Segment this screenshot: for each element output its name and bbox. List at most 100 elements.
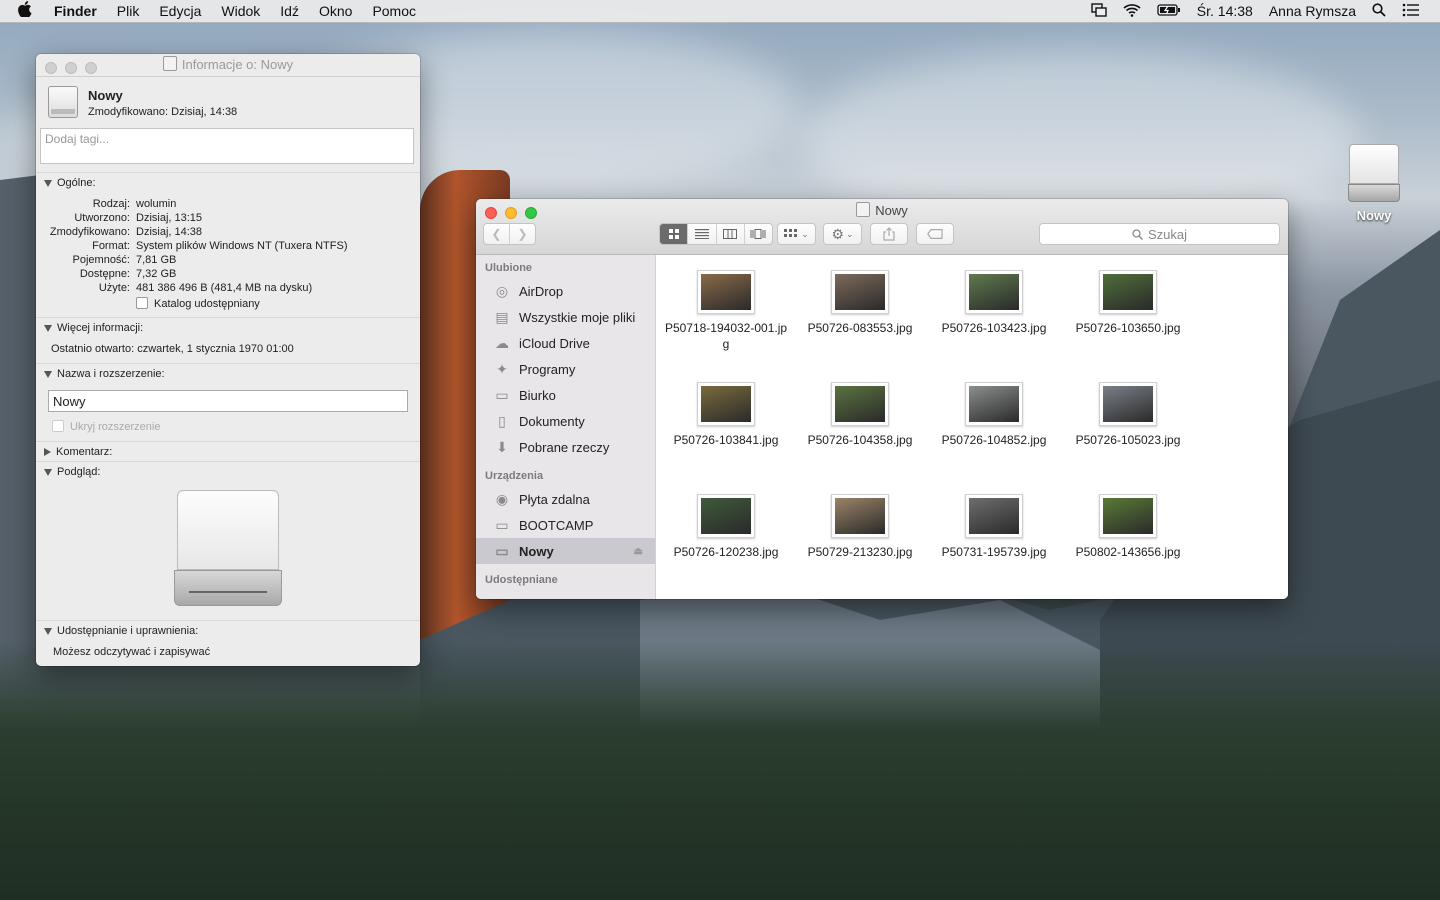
menu-file[interactable]: Plik bbox=[117, 3, 140, 19]
remote-disc-icon: ◉ bbox=[495, 490, 509, 507]
disclosure-triangle-icon bbox=[44, 370, 52, 378]
sidebar-item-biurko[interactable]: ▭ Biurko bbox=[476, 382, 655, 408]
image-thumbnail bbox=[1099, 382, 1157, 426]
sharing-section: Udostępnianie i uprawnienia: Możesz odcz… bbox=[36, 620, 420, 666]
share-icon bbox=[883, 227, 895, 241]
arrange-button[interactable]: ⌄ bbox=[777, 223, 816, 245]
menu-go[interactable]: Idź bbox=[280, 3, 299, 19]
item-modified: Zmodyfikowano: Dzisiaj, 14:38 bbox=[88, 106, 238, 118]
menu-window[interactable]: Okno bbox=[319, 3, 352, 19]
file-item[interactable]: P50726-120238.jpg bbox=[659, 479, 793, 560]
share-button[interactable] bbox=[870, 223, 908, 245]
capacity-label: Pojemność: bbox=[72, 254, 130, 266]
menubar-user[interactable]: Anna Rymsza bbox=[1269, 3, 1356, 19]
file-item[interactable]: P50729-213230.jpg bbox=[793, 479, 927, 560]
general-section-toggle[interactable]: Ogólne: bbox=[36, 173, 420, 189]
coverflow-view-button[interactable] bbox=[745, 224, 772, 244]
image-thumbnail bbox=[831, 382, 889, 426]
external-drive-icon bbox=[1348, 144, 1400, 202]
wifi-icon[interactable] bbox=[1123, 3, 1141, 20]
sidebar-item-pobrane-rzeczy[interactable]: ⬇ Pobrane rzeczy bbox=[476, 434, 655, 460]
icon-view-button[interactable] bbox=[660, 224, 689, 244]
sidebar-item-label: Dokumenty bbox=[519, 413, 585, 429]
image-thumbnail bbox=[1099, 494, 1157, 538]
sidebar-item-label: iCloud Drive bbox=[519, 335, 590, 351]
documents-icon: ▯ bbox=[498, 412, 506, 429]
tag-icon bbox=[927, 229, 943, 239]
sidebar-item-label: Pobrane rzeczy bbox=[519, 439, 610, 455]
preview-header: Podgląd: bbox=[57, 466, 101, 478]
sidebar-item-wszystkie-moje-pliki[interactable]: ▤ Wszystkie moje pliki bbox=[476, 304, 655, 330]
file-item[interactable]: P50726-083553.jpg bbox=[793, 255, 927, 336]
list-view-button[interactable] bbox=[688, 224, 717, 244]
comments-toggle[interactable]: Komentarz: bbox=[36, 442, 420, 458]
file-item[interactable]: P50802-143656.jpg bbox=[1061, 479, 1195, 560]
drive-icon: ▭ bbox=[495, 542, 509, 559]
tags-field[interactable]: Dodaj tagi... bbox=[40, 128, 414, 164]
eject-icon[interactable]: ⏏ bbox=[634, 546, 643, 557]
battery-icon[interactable] bbox=[1157, 3, 1181, 19]
tag-button[interactable] bbox=[916, 223, 954, 245]
search-placeholder: Szukaj bbox=[1147, 226, 1188, 242]
minimize-button[interactable] bbox=[65, 62, 77, 74]
name-extension-toggle[interactable]: Nazwa i rozszerzenie: bbox=[36, 364, 420, 380]
menu-view[interactable]: Widok bbox=[221, 3, 260, 19]
file-item[interactable]: P50726-103423.jpg bbox=[927, 255, 1061, 336]
sidebar-item-airdrop[interactable]: ◎ AirDrop bbox=[476, 278, 655, 304]
close-button[interactable] bbox=[45, 62, 57, 74]
sidebar-item-programy[interactable]: ✦ Programy bbox=[476, 356, 655, 382]
image-thumbnail bbox=[697, 382, 755, 426]
column-view-button[interactable] bbox=[717, 224, 745, 244]
apple-menu-icon[interactable] bbox=[18, 1, 38, 21]
sidebar-item-dokumenty[interactable]: ▯ Dokumenty bbox=[476, 408, 655, 434]
menubar-clock[interactable]: Śr. 14:38 bbox=[1197, 3, 1253, 19]
file-name: P50729-213230.jpg bbox=[807, 545, 913, 559]
notification-center-icon[interactable] bbox=[1402, 3, 1420, 20]
name-input[interactable]: Nowy bbox=[48, 390, 408, 412]
file-item[interactable]: P50726-103650.jpg bbox=[1061, 255, 1195, 336]
format-value: System plików Windows NT (Tuxera NTFS) bbox=[136, 240, 348, 252]
display-mirroring-icon[interactable] bbox=[1091, 2, 1107, 20]
search-field[interactable]: Szukaj bbox=[1039, 223, 1280, 245]
sidebar-item-bootcamp[interactable]: ▭ BOOTCAMP bbox=[476, 512, 655, 538]
kind-label: Rodzaj: bbox=[92, 198, 130, 210]
view-mode-segment bbox=[659, 223, 773, 245]
chevron-down-icon: ⌄ bbox=[801, 228, 809, 239]
sidebar-item-icloud-drive[interactable]: ☁ iCloud Drive bbox=[476, 330, 655, 356]
forward-button[interactable]: ❯ bbox=[510, 224, 535, 244]
preview-toggle[interactable]: Podgląd: bbox=[36, 462, 420, 478]
airdrop-icon: ◎ bbox=[495, 282, 509, 299]
file-item[interactable]: P50726-103841.jpg bbox=[659, 367, 793, 448]
file-item[interactable]: P50726-104358.jpg bbox=[793, 367, 927, 448]
name-extension-header: Nazwa i rozszerzenie: bbox=[57, 368, 165, 380]
action-button[interactable]: ⚙ ⌄ bbox=[823, 223, 862, 245]
sidebar-item-płyta-zdalna[interactable]: ◉ Płyta zdalna bbox=[476, 486, 655, 512]
info-window-title: Informacje o: Nowy bbox=[181, 57, 294, 72]
modified-label: Zmodyfikowano: bbox=[49, 226, 130, 238]
file-name: P50726-083553.jpg bbox=[807, 321, 913, 335]
menu-edit[interactable]: Edycja bbox=[159, 3, 201, 19]
file-name: P50726-120238.jpg bbox=[673, 545, 779, 559]
file-item[interactable]: P50726-105023.jpg bbox=[1061, 367, 1195, 448]
file-grid: P50718-194032-001.jpg P50726-083553.jpg P5… bbox=[656, 255, 1288, 599]
shared-folder-checkbox[interactable]: Katalog udostępniany bbox=[136, 297, 260, 311]
sidebar-item-nowy[interactable]: ▭ Nowy ⏏ bbox=[476, 538, 655, 564]
info-window: Informacje o: Nowy Nowy Zmodyfikowano: D… bbox=[36, 54, 420, 666]
search-icon bbox=[1132, 228, 1143, 240]
hide-extension-checkbox[interactable]: Ukryj rozszerzenie bbox=[52, 420, 160, 433]
spotlight-search-icon[interactable] bbox=[1372, 2, 1386, 20]
file-item[interactable]: P50731-195739.jpg bbox=[927, 479, 1061, 560]
sharing-toggle[interactable]: Udostępnianie i uprawnienia: bbox=[36, 621, 420, 637]
zoom-button[interactable] bbox=[85, 62, 97, 74]
file-item[interactable]: P50718-194032-001.jpg bbox=[659, 255, 793, 352]
back-button[interactable]: ❮ bbox=[484, 224, 510, 244]
finder-title-text: Nowy bbox=[875, 203, 908, 218]
menu-app-finder[interactable]: Finder bbox=[54, 3, 97, 19]
desktop-drive-nowy[interactable]: Nowy bbox=[1340, 144, 1408, 223]
more-info-header: Więcej informacji: bbox=[57, 322, 144, 334]
file-item[interactable]: P50726-104852.jpg bbox=[927, 367, 1061, 448]
more-info-toggle[interactable]: Więcej informacji: bbox=[36, 318, 420, 334]
menu-help[interactable]: Pomoc bbox=[372, 3, 416, 19]
general-header: Ogólne: bbox=[57, 177, 96, 189]
drive-small-icon bbox=[856, 202, 871, 217]
